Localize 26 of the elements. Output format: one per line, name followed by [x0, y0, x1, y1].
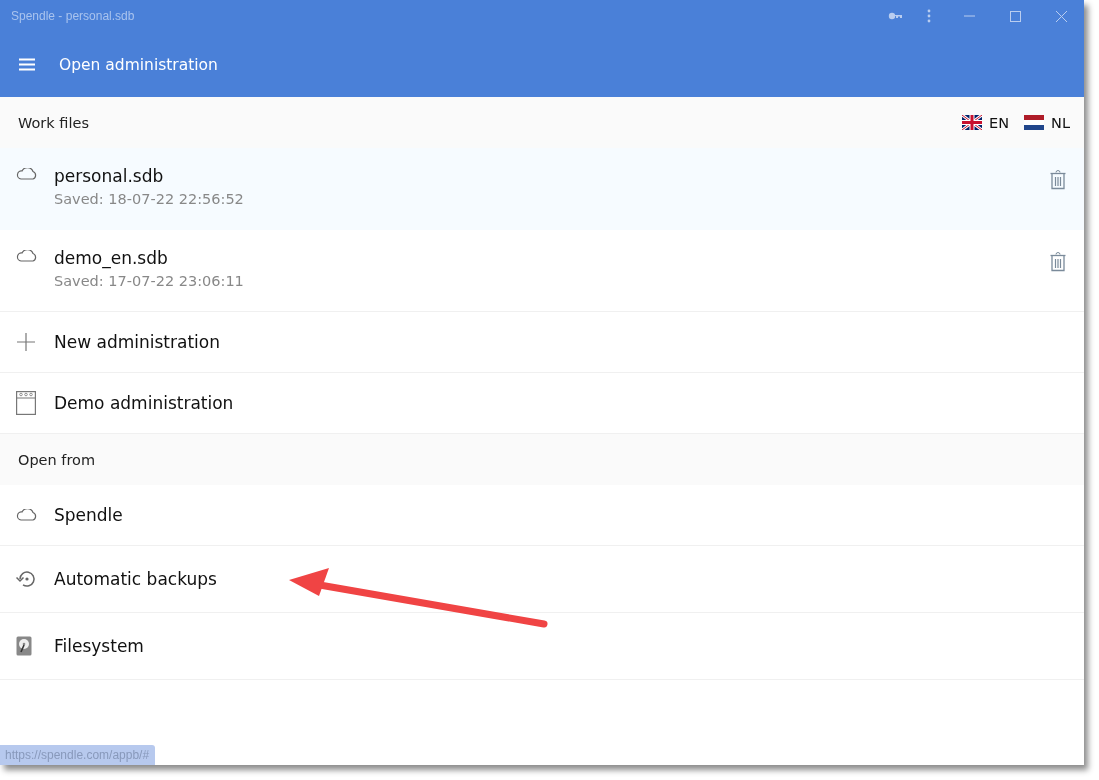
saved-time: Saved: 17-07-22 23:06:11: [54, 273, 244, 289]
section-heading: Work files: [18, 114, 90, 131]
section-heading: Open from: [18, 451, 97, 468]
file-item[interactable]: demo_en.sdb Saved: 17-07-22 23:06:11: [0, 230, 1084, 312]
flag-icon: [1024, 115, 1045, 130]
toolbar-title: Open administration: [59, 55, 218, 74]
menu-item[interactable]: Filesystem: [0, 613, 1084, 680]
file-name: personal.sdb: [54, 166, 164, 186]
menu-item[interactable]: Spendle: [0, 485, 1084, 546]
history-icon: [16, 570, 36, 588]
saved-time: Saved: 18-07-22 22:56:52: [54, 191, 244, 207]
file-item[interactable]: personal.sdb Saved: 18-07-22 22:56:52: [0, 148, 1084, 230]
window-title: Spendle - personal.sdb: [11, 9, 136, 23]
cloud-icon: [16, 168, 38, 180]
menu-icon[interactable]: [19, 58, 35, 71]
flag-icon: [962, 115, 983, 130]
file-name: demo_en.sdb: [54, 248, 168, 268]
cloud-icon: [16, 250, 38, 262]
trash-icon[interactable]: [1050, 252, 1066, 272]
language-button[interactable]: NL: [1024, 114, 1070, 131]
language-button[interactable]: EN: [962, 114, 1010, 131]
plus-icon: [16, 332, 36, 352]
menu-item[interactable]: New administration: [0, 312, 1084, 373]
trash-icon[interactable]: [1050, 170, 1066, 190]
cloud-icon: [16, 509, 38, 521]
calendar-icon: [16, 391, 36, 415]
